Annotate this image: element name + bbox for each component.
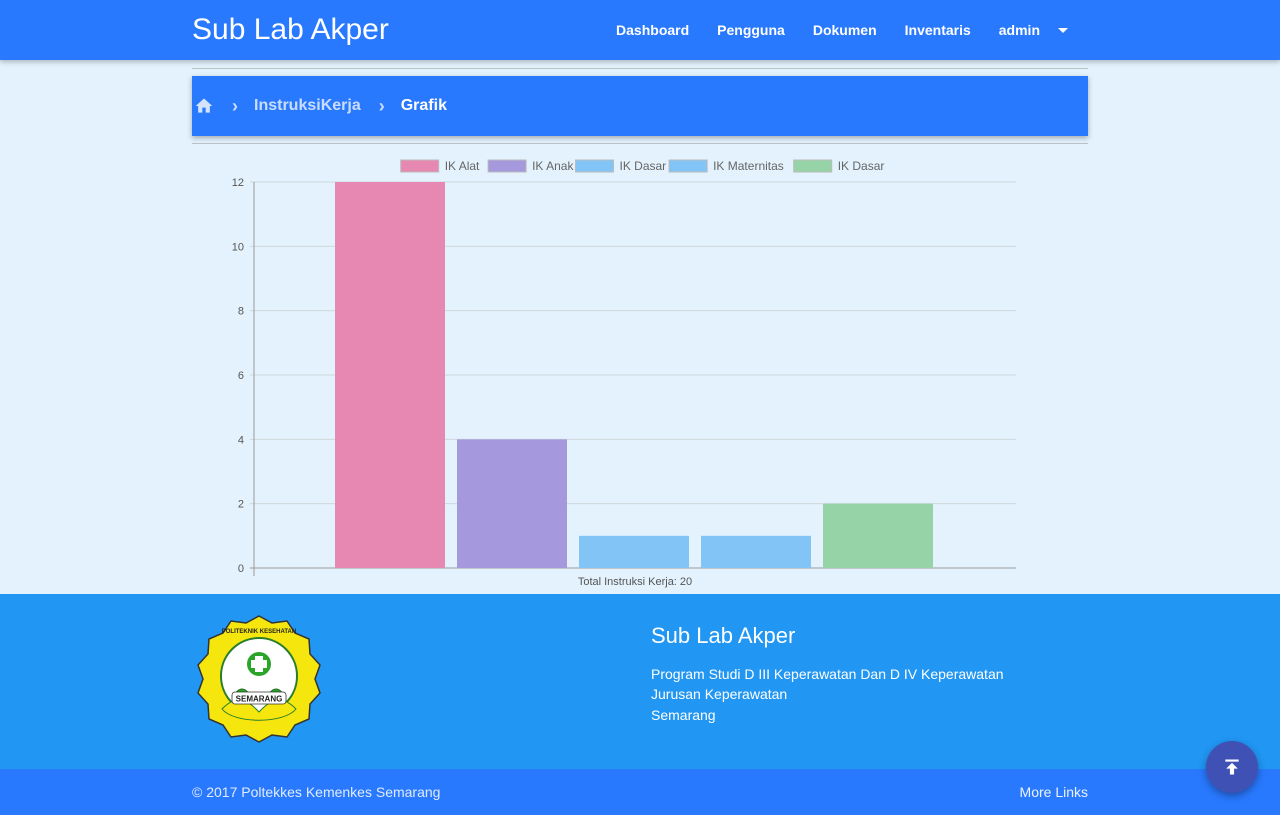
- user-menu-label: admin: [998, 22, 1040, 38]
- footer-title: Sub Lab Akper: [651, 623, 796, 648]
- legend-label: IK Alat: [445, 159, 480, 173]
- legend-label: IK Anak: [532, 159, 574, 173]
- footer-copyright-bar: © 2017 Poltekkes Kemenkes Semarang More …: [0, 769, 1280, 815]
- nav-item-dokumen[interactable]: Dokumen: [813, 22, 877, 38]
- bar-ik-anak: [457, 439, 567, 568]
- x-axis-label: Total Instruksi Kerja: 20: [578, 576, 692, 588]
- bar-ik-dasar: [823, 503, 933, 568]
- legend-label: IK Dasar: [838, 159, 885, 173]
- divider-bottom: [192, 143, 1088, 144]
- nav-item-inventaris[interactable]: Inventaris: [905, 22, 971, 38]
- legend-swatch: [793, 159, 833, 173]
- more-links-link[interactable]: More Links: [1020, 784, 1088, 800]
- legend-swatch: [487, 159, 527, 173]
- divider-top: [192, 68, 1088, 69]
- y-tick-label: 2: [238, 499, 244, 511]
- nav-item-pengguna[interactable]: Pengguna: [717, 22, 785, 38]
- breadcrumb-current: Grafik: [400, 97, 447, 114]
- legend-swatch: [575, 159, 614, 173]
- bar-ik-maternitas: [701, 535, 811, 568]
- legend-label: IK Dasar: [620, 159, 667, 173]
- chevron-right-icon: ›: [378, 95, 385, 116]
- legend-swatch: [400, 159, 440, 173]
- nav-item-dashboard[interactable]: Dashboard: [616, 22, 689, 38]
- chevron-right-icon: ›: [232, 95, 238, 116]
- y-tick-label: 12: [232, 177, 244, 189]
- scroll-top-button[interactable]: [1206, 741, 1258, 793]
- bar-ik-dasar: [579, 535, 689, 568]
- breadcrumb: › InstruksiKerja › Grafik: [192, 76, 1088, 136]
- breadcrumb-link-instruksikerja[interactable]: InstruksiKerja: [254, 97, 361, 115]
- svg-text:POLITEKNIK KESEHATAN: POLITEKNIK KESEHATAN: [222, 629, 296, 635]
- legend-swatch: [668, 159, 708, 173]
- navbar: Sub Lab Akper Dashboard Pengguna Dokumen…: [0, 0, 1280, 60]
- nav-menu: Dashboard Pengguna Dokumen Inventaris ad…: [588, 0, 1068, 60]
- footer-line-jurusan: Jurusan Keperawatan: [651, 686, 788, 702]
- y-tick-label: 6: [238, 370, 244, 382]
- footer-line-city: Semarang: [651, 707, 716, 723]
- bar-ik-alat: [335, 182, 445, 568]
- user-menu-dropdown[interactable]: admin: [999, 22, 1068, 38]
- poltekkes-logo: SEMARANG POLITEKNIK KESEHATAN: [197, 615, 321, 743]
- home-icon[interactable]: [194, 96, 214, 116]
- brand-title[interactable]: Sub Lab Akper: [192, 12, 389, 48]
- y-tick-label: 10: [232, 241, 244, 253]
- legend-label: IK Maternitas: [713, 159, 784, 173]
- footer: SEMARANG POLITEKNIK KESEHATAN Sub Lab Ak…: [0, 594, 1280, 769]
- y-tick-label: 8: [238, 306, 244, 318]
- arrow-to-top-icon: [1225, 759, 1239, 775]
- footer-line-program: Program Studi D III Keperawatan Dan D IV…: [651, 666, 1004, 682]
- copyright-text: © 2017 Poltekkes Kemenkes Semarang: [192, 784, 441, 800]
- svg-text:SEMARANG: SEMARANG: [236, 695, 283, 704]
- bar-chart: 0 2 4 6 8 10 12 IK Alat IK Anak IK Dasar IK Matern…: [232, 159, 1016, 588]
- y-tick-label: 4: [238, 434, 244, 446]
- caret-down-icon: [1058, 27, 1068, 33]
- y-tick-label: 0: [238, 563, 244, 575]
